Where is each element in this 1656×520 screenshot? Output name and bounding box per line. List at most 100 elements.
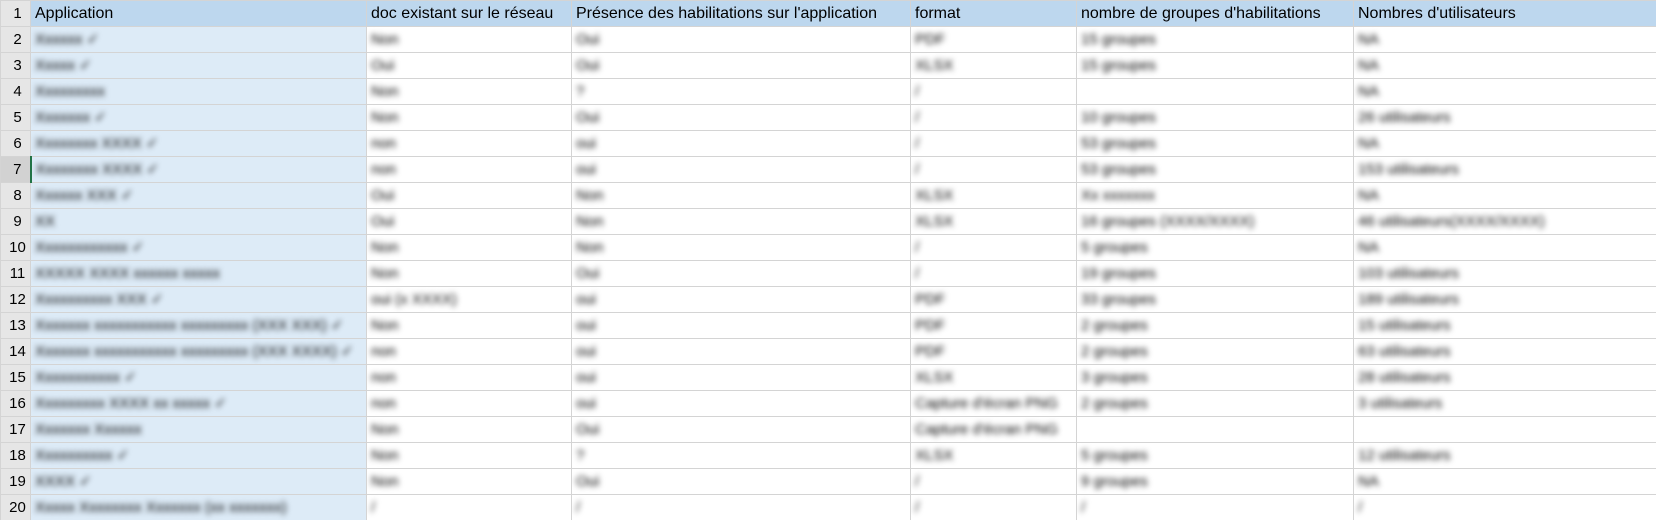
row-header-number[interactable]: 15: [0, 364, 31, 391]
cell-application[interactable]: Xxxxxxx xxxxxxxxxxx xxxxxxxxx (XXX XXX) …: [30, 312, 367, 339]
cell-presence-habilitations[interactable]: Oui: [571, 52, 911, 79]
cell-format[interactable]: PDF: [910, 286, 1077, 313]
cell-format[interactable]: PDF: [910, 312, 1077, 339]
spreadsheet-grid[interactable]: 1 Application doc existant sur le réseau…: [0, 0, 1656, 520]
cell-doc-existant[interactable]: non: [366, 390, 572, 417]
cell-application[interactable]: XXXX ✓: [30, 468, 367, 495]
cell-format[interactable]: /: [910, 234, 1077, 261]
cell-nombre-groupes[interactable]: 19 groupes: [1076, 260, 1354, 287]
cell-doc-existant[interactable]: Non: [366, 468, 572, 495]
cell-nombre-utilisateurs[interactable]: NA: [1353, 130, 1656, 157]
column-header-application[interactable]: Application: [30, 0, 367, 27]
cell-presence-habilitations[interactable]: Oui: [571, 468, 911, 495]
cell-nombre-groupes[interactable]: 2 groupes: [1076, 390, 1354, 417]
cell-nombre-groupes[interactable]: 16 groupes (XXXX/XXXX): [1076, 208, 1354, 235]
cell-format[interactable]: /: [910, 468, 1077, 495]
cell-format[interactable]: XLSX: [910, 182, 1077, 209]
cell-format[interactable]: /: [910, 104, 1077, 131]
cell-nombre-groupes[interactable]: [1076, 78, 1354, 105]
cell-application[interactable]: Xxxxx Xxxxxxxx Xxxxxxx (xx xxxxxxx): [30, 494, 367, 520]
cell-presence-habilitations[interactable]: oui: [571, 338, 911, 365]
row-header-number[interactable]: 1: [0, 0, 31, 27]
cell-presence-habilitations[interactable]: Oui: [571, 416, 911, 443]
cell-presence-habilitations[interactable]: Non: [571, 208, 911, 235]
cell-nombre-utilisateurs[interactable]: /: [1353, 494, 1656, 520]
cell-nombre-utilisateurs[interactable]: 3 utilisateurs: [1353, 390, 1656, 417]
cell-doc-existant[interactable]: Non: [366, 234, 572, 261]
row-header-number[interactable]: 19: [0, 468, 31, 495]
cell-nombre-groupes[interactable]: 53 groupes: [1076, 130, 1354, 157]
row-header-number[interactable]: 12: [0, 286, 31, 313]
cell-nombre-groupes[interactable]: 3 groupes: [1076, 364, 1354, 391]
cell-presence-habilitations[interactable]: ?: [571, 78, 911, 105]
cell-format[interactable]: /: [910, 156, 1077, 183]
cell-application[interactable]: Xxxxxxx xxxxxxxxxxx xxxxxxxxx (XXX XXXX)…: [30, 338, 367, 365]
cell-doc-existant[interactable]: Non: [366, 442, 572, 469]
cell-nombre-utilisateurs[interactable]: NA: [1353, 182, 1656, 209]
cell-doc-existant[interactable]: Oui: [366, 182, 572, 209]
cell-presence-habilitations[interactable]: oui: [571, 130, 911, 157]
cell-application[interactable]: XXXXX XXXX xxxxxx xxxxx: [30, 260, 367, 287]
cell-nombre-groupes[interactable]: 5 groupes: [1076, 442, 1354, 469]
cell-doc-existant[interactable]: Non: [366, 416, 572, 443]
cell-presence-habilitations[interactable]: oui: [571, 364, 911, 391]
cell-nombre-groupes[interactable]: 53 groupes: [1076, 156, 1354, 183]
cell-nombre-groupes[interactable]: /: [1076, 494, 1354, 520]
cell-nombre-utilisateurs[interactable]: [1353, 416, 1656, 443]
cell-doc-existant[interactable]: Oui: [366, 52, 572, 79]
cell-nombre-groupes[interactable]: 15 groupes: [1076, 52, 1354, 79]
row-header-number[interactable]: 9: [0, 208, 31, 235]
cell-doc-existant[interactable]: non: [366, 130, 572, 157]
cell-format[interactable]: XLSX: [910, 364, 1077, 391]
cell-nombre-groupes[interactable]: Xx xxxxxxx: [1076, 182, 1354, 209]
row-header-number[interactable]: 17: [0, 416, 31, 443]
cell-format[interactable]: Capture d'écran PNG: [910, 416, 1077, 443]
cell-application[interactable]: Xxxxxxx Xxxxxx: [30, 416, 367, 443]
cell-doc-existant[interactable]: Non: [366, 312, 572, 339]
cell-application[interactable]: Xxxxxxxxx XXXX xx xxxxx ✓: [30, 390, 367, 417]
cell-nombre-utilisateurs[interactable]: 63 utilisateurs: [1353, 338, 1656, 365]
cell-presence-habilitations[interactable]: Oui: [571, 26, 911, 53]
cell-application[interactable]: Xxxxxxx ✓: [30, 104, 367, 131]
row-header-number[interactable]: 11: [0, 260, 31, 287]
row-header-number[interactable]: 7: [0, 156, 32, 183]
cell-application[interactable]: Xxxxxxxxxx ✓: [30, 442, 367, 469]
cell-format[interactable]: /: [910, 260, 1077, 287]
cell-doc-existant[interactable]: oui (x XXXX): [366, 286, 572, 313]
cell-presence-habilitations[interactable]: oui: [571, 312, 911, 339]
cell-nombre-utilisateurs[interactable]: 153 utilisateurs: [1353, 156, 1656, 183]
row-header-number[interactable]: 13: [0, 312, 31, 339]
cell-presence-habilitations[interactable]: oui: [571, 156, 911, 183]
cell-presence-habilitations[interactable]: oui: [571, 286, 911, 313]
cell-application[interactable]: Xxxxxxxx XXXX ✓: [30, 156, 367, 183]
cell-format[interactable]: PDF: [910, 26, 1077, 53]
cell-doc-existant[interactable]: Non: [366, 26, 572, 53]
cell-format[interactable]: Capture d'écran PNG: [910, 390, 1077, 417]
cell-presence-habilitations[interactable]: ?: [571, 442, 911, 469]
cell-presence-habilitations[interactable]: Oui: [571, 260, 911, 287]
cell-application[interactable]: Xxxxxx XXX ✓: [30, 182, 367, 209]
cell-application[interactable]: Xxxxxxxxxxx ✓: [30, 364, 367, 391]
cell-nombre-utilisateurs[interactable]: 46 utilisateurs(XXXX/XXXX): [1353, 208, 1656, 235]
cell-application[interactable]: Xxxxxxxx XXXX ✓: [30, 130, 367, 157]
cell-nombre-utilisateurs[interactable]: 103 utilisateurs: [1353, 260, 1656, 287]
row-header-number[interactable]: 10: [0, 234, 31, 261]
row-header-number[interactable]: 3: [0, 52, 31, 79]
cell-application[interactable]: XX: [30, 208, 367, 235]
cell-nombre-utilisateurs[interactable]: NA: [1353, 78, 1656, 105]
row-header-number[interactable]: 6: [0, 130, 31, 157]
cell-nombre-utilisateurs[interactable]: NA: [1353, 234, 1656, 261]
row-header-number[interactable]: 8: [0, 182, 31, 209]
cell-doc-existant[interactable]: /: [366, 494, 572, 520]
cell-format[interactable]: /: [910, 130, 1077, 157]
cell-nombre-groupes[interactable]: 9 groupes: [1076, 468, 1354, 495]
cell-nombre-groupes[interactable]: 2 groupes: [1076, 338, 1354, 365]
cell-nombre-utilisateurs[interactable]: 189 utilisateurs: [1353, 286, 1656, 313]
cell-format[interactable]: XLSX: [910, 442, 1077, 469]
cell-nombre-utilisateurs[interactable]: 12 utilisateurs: [1353, 442, 1656, 469]
cell-nombre-groupes[interactable]: 15 groupes: [1076, 26, 1354, 53]
cell-presence-habilitations[interactable]: /: [571, 494, 911, 520]
column-header-presence-habilitations[interactable]: Présence des habilitations sur l'applica…: [571, 0, 911, 27]
cell-doc-existant[interactable]: Non: [366, 260, 572, 287]
row-header-number[interactable]: 20: [0, 494, 31, 520]
